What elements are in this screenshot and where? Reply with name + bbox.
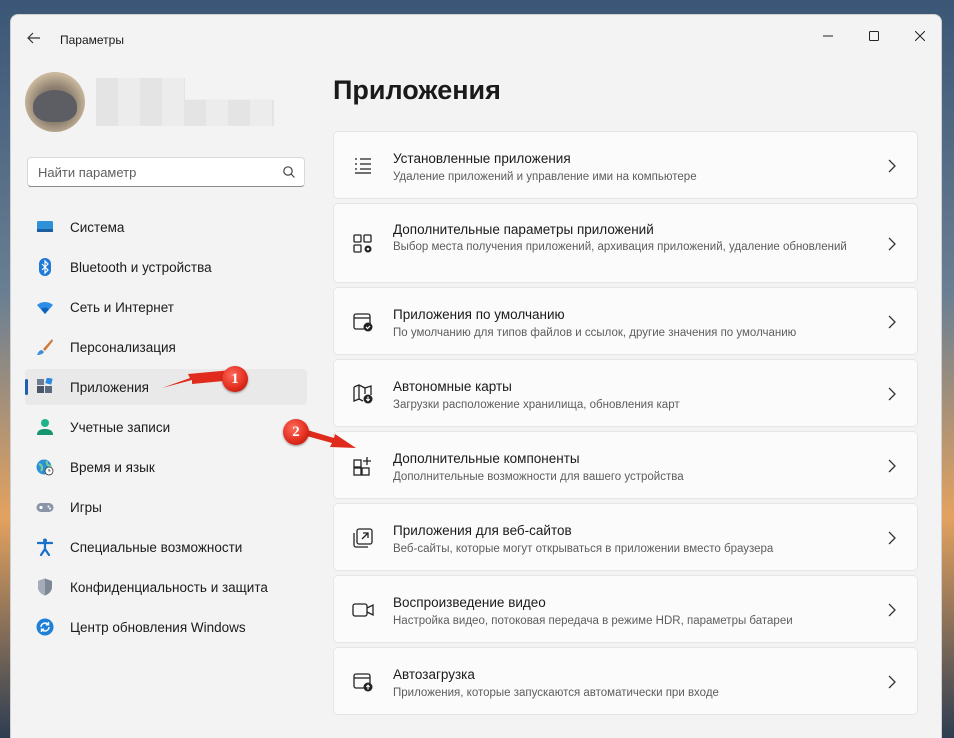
startup-icon (353, 673, 373, 692)
sidebar-item-label: Специальные возможности (70, 539, 243, 555)
video-icon (352, 603, 374, 617)
page-title: Приложения (333, 75, 501, 105)
window-title: Параметры (60, 33, 124, 47)
chevron-right-icon (888, 387, 896, 401)
card-default-apps[interactable]: Приложения по умолчанию По умолчанию для… (333, 287, 918, 355)
card-title: Приложения по умолчанию (393, 307, 565, 322)
gamepad-icon (36, 503, 54, 512)
sidebar-item-label: Персонализация (70, 339, 176, 355)
accessibility-icon (36, 538, 54, 556)
close-icon (915, 31, 925, 41)
settings-list: Установленные приложения Удаление прилож… (333, 131, 918, 719)
sidebar-item-label: Учетные записи (70, 419, 171, 435)
chevron-right-icon (888, 459, 896, 473)
card-offline-maps[interactable]: Автономные карты Загрузки расположение х… (333, 359, 918, 427)
sidebar-item-accessibility[interactable]: Специальные возможности (25, 529, 307, 565)
card-title: Дополнительные компоненты (393, 451, 580, 466)
card-optional-features[interactable]: Дополнительные компоненты Дополнительные… (333, 431, 918, 499)
sidebar-item-label: Сеть и Интернет (70, 299, 174, 315)
cat-photo (33, 90, 77, 122)
sidebar-item-label: Игры (70, 499, 102, 515)
chevron-right-icon (888, 237, 896, 251)
sidebar-item-gaming[interactable]: Игры (25, 489, 307, 525)
search-box[interactable] (27, 157, 305, 187)
sidebar-item-system[interactable]: Система (25, 209, 307, 245)
card-description: Загрузки расположение хранилища, обновле… (393, 399, 680, 411)
shield-icon (38, 578, 52, 596)
maximize-icon (869, 31, 879, 41)
map-icon (353, 384, 373, 404)
card-title: Автозагрузка (393, 667, 475, 682)
maximize-button[interactable] (851, 21, 897, 51)
card-title: Воспроизведение видео (393, 595, 546, 610)
account-icon (37, 419, 53, 435)
chevron-right-icon (888, 531, 896, 545)
sidebar-item-label: Конфиденциальность и защита (70, 579, 268, 595)
card-startup[interactable]: Автозагрузка Приложения, которые запуска… (333, 647, 918, 715)
arrow-left-icon (27, 32, 40, 44)
chevron-right-icon (888, 315, 896, 329)
brush-icon (37, 339, 53, 355)
chevron-right-icon (888, 159, 896, 173)
card-title: Автономные карты (393, 379, 512, 394)
system-icon (37, 221, 53, 232)
card-description: Выбор места получения приложений, архива… (393, 241, 847, 253)
chevron-right-icon (888, 675, 896, 689)
sidebar-item-label: Система (70, 219, 125, 235)
settings-window: Параметры Система Bluetooth и устройства… (10, 14, 942, 738)
card-title: Дополнительные параметры приложений (393, 222, 654, 237)
sidebar-nav: Система Bluetooth и устройства Сеть и Ин… (25, 209, 307, 649)
sidebar-item-label: Время и язык (70, 459, 155, 475)
sidebar-item-privacy[interactable]: Конфиденциальность и защита (25, 569, 307, 605)
card-description: Дополнительные возможности для вашего ус… (393, 471, 684, 483)
card-title: Установленные приложения (393, 151, 571, 166)
sidebar-item-windows-update[interactable]: Центр обновления Windows (25, 609, 307, 645)
apps-settings-icon (353, 234, 372, 253)
avatar[interactable] (25, 72, 85, 132)
chevron-right-icon (888, 603, 896, 617)
card-apps-for-websites[interactable]: Приложения для веб-сайтов Веб-сайты, кот… (333, 503, 918, 571)
sidebar-item-network[interactable]: Сеть и Интернет (25, 289, 307, 325)
sidebar-item-personalization[interactable]: Персонализация (25, 329, 307, 365)
list-icon (355, 158, 371, 174)
globe-clock-icon (36, 459, 54, 476)
sidebar-item-accounts[interactable]: Учетные записи (25, 409, 307, 445)
sidebar-item-label: Bluetooth и устройства (70, 259, 212, 275)
card-description: Приложения, которые запускаются автомати… (393, 687, 719, 699)
card-description: Удаление приложений и управление ими на … (393, 171, 697, 183)
default-apps-icon (353, 313, 373, 332)
card-description: По умолчанию для типов файлов и ссылок, … (393, 327, 797, 339)
back-button[interactable] (23, 27, 45, 49)
card-description: Веб-сайты, которые могут открываться в п… (393, 543, 774, 555)
card-installed-apps[interactable]: Установленные приложения Удаление прилож… (333, 131, 918, 199)
wifi-icon (37, 301, 53, 314)
card-video-playback[interactable]: Воспроизведение видео Настройка видео, п… (333, 575, 918, 643)
search-input[interactable] (38, 165, 268, 180)
annotation-badge-2: 2 (283, 419, 309, 445)
card-description: Настройка видео, потоковая передача в ре… (393, 615, 793, 627)
sidebar-item-label: Центр обновления Windows (70, 619, 246, 635)
profile-name-blurred (96, 78, 274, 126)
card-advanced-app-settings[interactable]: Дополнительные параметры приложений Выбо… (333, 203, 918, 283)
minimize-icon (823, 35, 833, 37)
minimize-button[interactable] (805, 21, 851, 51)
sidebar-item-bluetooth[interactable]: Bluetooth и устройства (25, 249, 307, 285)
update-icon (36, 618, 54, 636)
open-in-app-icon (353, 528, 373, 548)
close-button[interactable] (897, 21, 941, 51)
sidebar-item-label: Приложения (70, 379, 149, 395)
add-components-icon (353, 457, 371, 476)
annotation-badge-1: 1 (222, 366, 248, 392)
title-bar: Параметры (11, 15, 941, 61)
apps-icon (37, 378, 53, 393)
card-title: Приложения для веб-сайтов (393, 523, 572, 538)
sidebar-item-time-language[interactable]: Время и язык (25, 449, 307, 485)
search-icon[interactable] (282, 165, 296, 179)
bluetooth-icon (39, 258, 51, 276)
